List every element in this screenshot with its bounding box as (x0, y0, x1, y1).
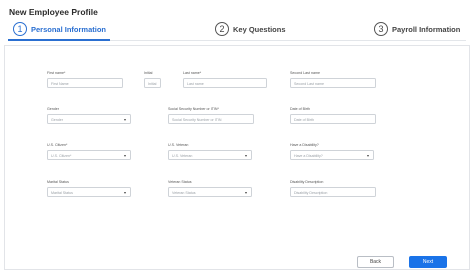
ssn-group: Social Security Number or ITIN* Social S… (168, 107, 254, 124)
step-payroll-information[interactable]: 3 Payroll Information (374, 18, 460, 40)
disability-description-label: Disability Description (290, 180, 324, 184)
us-citizen-group: U.S. Citizen* U.S. Citizen* (47, 143, 131, 160)
chevron-down-icon (367, 155, 369, 157)
last-name-group: Last name* Last name (183, 71, 267, 88)
ssn-placeholder: Social Security Number or ITIN (172, 118, 222, 122)
disability-description-input[interactable]: Disability Description (290, 187, 376, 197)
us-citizen-select[interactable]: U.S. Citizen* (47, 150, 131, 160)
date-of-birth-group: Date of Birth Date of Birth (290, 107, 376, 124)
step-number: 1 (13, 22, 27, 36)
active-step-underline (8, 39, 110, 41)
veteran-status-group: Veteran Status Veteran Status (168, 180, 252, 197)
last-name-input[interactable]: Last name (183, 78, 267, 88)
disability-group: Have a Disability? Have a Disability? (290, 143, 374, 160)
marital-status-select[interactable]: Marital Status (47, 187, 131, 197)
gender-placeholder: Gender (51, 118, 63, 122)
first-name-label: First name* (47, 71, 66, 75)
disability-placeholder: Have a Disability? (294, 154, 323, 158)
step-key-questions[interactable]: 2 Key Questions (215, 18, 286, 40)
chevron-down-icon (245, 192, 247, 194)
date-of-birth-placeholder: Date of Birth (294, 118, 314, 122)
veteran-status-placeholder: Veteran Status (172, 191, 196, 195)
us-veteran-label: U.S. Veteran (168, 143, 189, 147)
marital-status-label: Marital Status (47, 180, 69, 184)
second-last-name-label: Second Last name (290, 71, 320, 75)
step-label: Payroll Information (392, 24, 461, 34)
last-name-label: Last name* (183, 71, 202, 75)
back-button[interactable]: Back (357, 256, 394, 268)
initial-placeholder: Initial (148, 82, 157, 86)
disability-label: Have a Disability? (290, 143, 319, 147)
initial-input[interactable]: Initial (144, 78, 161, 88)
last-name-placeholder: Last name (187, 82, 204, 86)
us-veteran-select[interactable]: U.S. Veteran (168, 150, 252, 160)
chevron-down-icon (124, 155, 126, 157)
chevron-down-icon (245, 155, 247, 157)
initial-group: Initial Initial (144, 71, 161, 88)
date-of-birth-input[interactable]: Date of Birth (290, 114, 376, 124)
first-name-group: First name* First Name (47, 71, 123, 88)
next-button[interactable]: Next (409, 256, 447, 268)
step-label: Personal Information (31, 24, 107, 34)
disability-description-placeholder: Disability Description (294, 191, 328, 195)
second-last-name-group: Second Last name Second Last name (290, 71, 376, 88)
us-veteran-group: U.S. Veteran U.S. Veteran (168, 143, 252, 160)
us-veteran-placeholder: U.S. Veteran (172, 154, 193, 158)
step-label: Key Questions (233, 24, 286, 34)
step-number: 2 (215, 22, 229, 36)
second-last-name-placeholder: Second Last name (294, 82, 324, 86)
step-personal-information[interactable]: 1 Personal Information (13, 18, 106, 40)
us-citizen-placeholder: U.S. Citizen* (51, 154, 72, 158)
marital-status-placeholder: Marital Status (51, 191, 73, 195)
date-of-birth-label: Date of Birth (290, 107, 310, 111)
page-title: New Employee Profile (9, 7, 98, 17)
initial-label: Initial (144, 71, 153, 75)
chevron-down-icon (124, 119, 126, 121)
gender-label: Gender (47, 107, 59, 111)
ssn-input[interactable]: Social Security Number or ITIN (168, 114, 254, 124)
chevron-down-icon (124, 192, 126, 194)
second-last-name-input[interactable]: Second Last name (290, 78, 376, 88)
disability-select[interactable]: Have a Disability? (290, 150, 374, 160)
ssn-label: Social Security Number or ITIN* (168, 107, 219, 111)
veteran-status-select[interactable]: Veteran Status (168, 187, 252, 197)
first-name-input[interactable]: First Name (47, 78, 123, 88)
step-number: 3 (374, 22, 388, 36)
veteran-status-label: Veteran Status (168, 180, 192, 184)
gender-select[interactable]: Gender (47, 114, 131, 124)
gender-group: Gender Gender (47, 107, 131, 124)
disability-description-group: Disability Description Disability Descri… (290, 180, 376, 197)
marital-status-group: Marital Status Marital Status (47, 180, 131, 197)
first-name-placeholder: First Name (51, 82, 69, 86)
us-citizen-label: U.S. Citizen* (47, 143, 68, 147)
